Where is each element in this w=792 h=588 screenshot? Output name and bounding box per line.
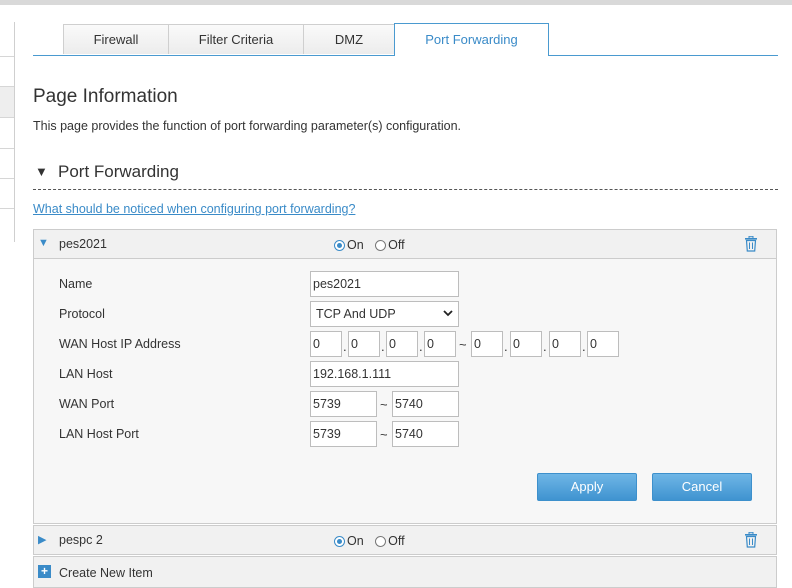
top-bar — [0, 0, 792, 5]
range-tilde: ~ — [459, 337, 467, 352]
enable-radio-group: On Off — [334, 534, 413, 548]
radio-off-label: Off — [388, 238, 405, 252]
wan-ip-end-octet-3[interactable] — [549, 331, 581, 357]
wan-ip-start-octet-3[interactable] — [386, 331, 418, 357]
trash-icon[interactable] — [744, 532, 758, 548]
wan-ip-end-octet-4[interactable] — [587, 331, 619, 357]
radio-on-label: On — [347, 238, 364, 252]
triangle-down-icon: ▼ — [35, 164, 48, 179]
wan-ip-start-octet-2[interactable] — [348, 331, 380, 357]
lan-host-input[interactable] — [310, 361, 459, 387]
item-row-pespc-2[interactable]: ▶ pespc 2 On Off — [33, 525, 777, 555]
protocol-select[interactable]: TCP And UDP — [310, 301, 459, 327]
wan-ip-end-octet-2[interactable] — [510, 331, 542, 357]
wan-ip-start-octet-1[interactable] — [310, 331, 342, 357]
item-name: pespc 2 — [59, 533, 103, 547]
cancel-button[interactable]: Cancel — [652, 473, 752, 501]
nav-divider — [0, 178, 14, 179]
wan-ip-start-octet-4[interactable] — [424, 331, 456, 357]
label-lan-host-port: LAN Host Port — [59, 427, 139, 441]
range-tilde: ~ — [380, 427, 388, 442]
tab-filter-criteria[interactable]: Filter Criteria — [168, 24, 304, 54]
ip-dot: . — [419, 339, 423, 354]
wan-port-end-input[interactable] — [392, 391, 459, 417]
ip-dot: . — [381, 339, 385, 354]
radio-off[interactable] — [375, 536, 387, 547]
radio-off-label: Off — [388, 534, 405, 548]
protocol-value: TCP And UDP — [316, 307, 396, 321]
radio-off[interactable] — [375, 240, 387, 251]
label-lan-host: LAN Host — [59, 367, 113, 381]
name-input[interactable] — [310, 271, 459, 297]
notice-link[interactable]: What should be noticed when configuring … — [33, 202, 355, 216]
label-wan-port: WAN Port — [59, 397, 115, 411]
page-title: Page Information — [33, 86, 178, 107]
triangle-right-icon[interactable]: ▶ — [38, 533, 46, 546]
radio-on[interactable] — [334, 536, 345, 547]
create-new-item-button[interactable]: + Create New Item — [33, 556, 777, 588]
label-wan-host-ip: WAN Host IP Address — [59, 337, 181, 351]
ip-dot: . — [504, 339, 508, 354]
label-protocol: Protocol — [59, 307, 105, 321]
lan-port-end-input[interactable] — [392, 421, 459, 447]
tab-bar: Firewall Filter Criteria DMZ Port Forwar… — [33, 22, 778, 56]
label-name: Name — [59, 277, 93, 291]
wan-port-start-input[interactable] — [310, 391, 377, 417]
item-detail-panel: Name Protocol TCP And UDP WAN Host IP Ad… — [33, 259, 777, 524]
lan-port-start-input[interactable] — [310, 421, 377, 447]
enable-radio-group: On Off — [334, 238, 413, 252]
radio-on[interactable] — [334, 240, 345, 251]
item-row-pes2021[interactable]: ▼ pes2021 On Off — [33, 229, 777, 259]
item-name: pes2021 — [59, 237, 107, 251]
wan-ip-end-octet-1[interactable] — [471, 331, 503, 357]
left-nav — [0, 22, 15, 242]
page-description: This page provides the function of port … — [33, 119, 462, 133]
tab-firewall[interactable]: Firewall — [63, 24, 169, 54]
plus-square-icon: + — [38, 565, 51, 578]
nav-item-active[interactable] — [0, 86, 14, 118]
chevron-down-icon — [443, 310, 453, 317]
tab-port-forwarding[interactable]: Port Forwarding — [394, 23, 549, 56]
apply-button[interactable]: Apply — [537, 473, 637, 501]
range-tilde: ~ — [380, 397, 388, 412]
triangle-down-icon[interactable]: ▼ — [38, 237, 49, 249]
radio-on-label: On — [347, 534, 364, 548]
tab-dmz[interactable]: DMZ — [303, 24, 395, 54]
ip-dot: . — [543, 339, 547, 354]
section-header[interactable]: ▼ Port Forwarding — [33, 159, 778, 190]
nav-divider — [0, 148, 14, 149]
create-new-item-label: Create New Item — [59, 566, 153, 580]
ip-dot: . — [582, 339, 586, 354]
trash-icon[interactable] — [744, 236, 758, 252]
section-title: Port Forwarding — [58, 162, 179, 181]
nav-divider — [0, 56, 14, 57]
ip-dot: . — [343, 339, 347, 354]
nav-divider — [0, 208, 14, 209]
